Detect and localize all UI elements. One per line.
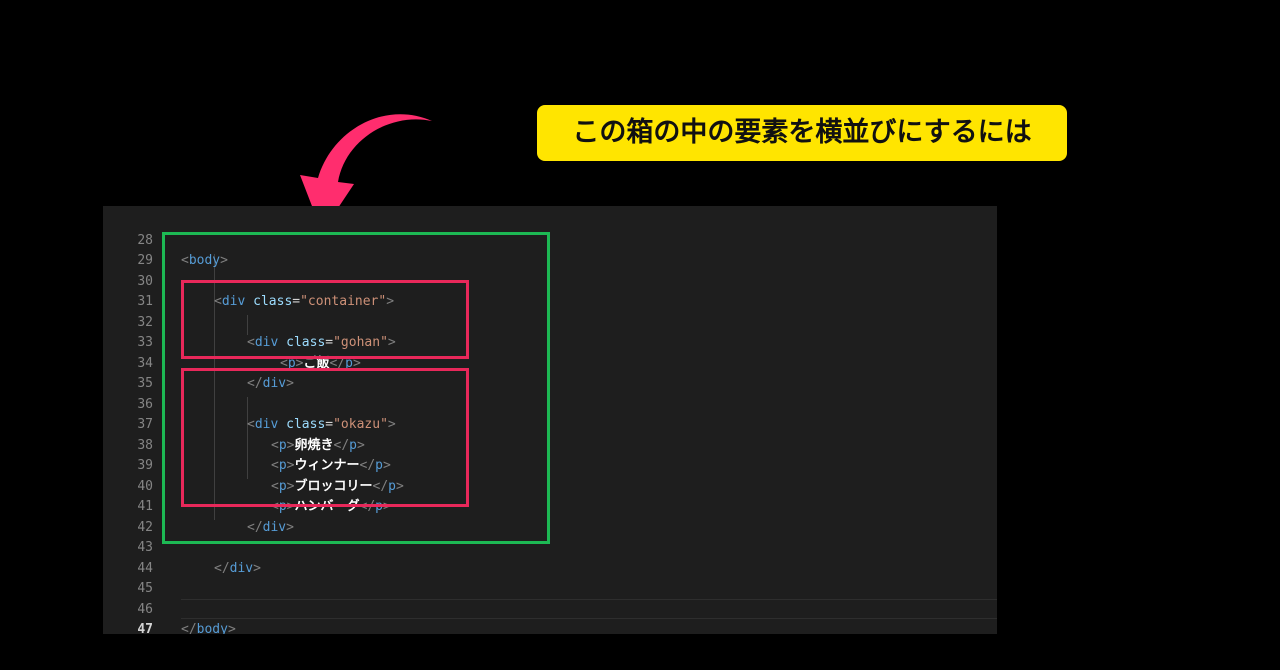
code-line[interactable]: 28 <body> — [103, 210, 997, 269]
code-line[interactable]: 34 </div> — [103, 333, 997, 392]
code-line[interactable]: 30 <div class="container"> — [103, 251, 997, 310]
code-line[interactable]: 39 <p>ブロッコリー</p> — [103, 436, 997, 494]
code-editor[interactable]: 28 <body> 29 30 <div class="container"> … — [103, 206, 997, 634]
code-text: </body> — [181, 622, 236, 634]
line-number-active: 47 — [137, 622, 153, 634]
code-line[interactable]: 37 <p>卵焼き</p> — [103, 395, 997, 453]
code-line[interactable]: 33 <p>ご飯</p> — [103, 313, 997, 371]
code-line[interactable]: 42 — [103, 497, 997, 535]
code-line[interactable]: 43 </div> — [103, 518, 997, 576]
code-line[interactable]: 45 — [103, 559, 997, 596]
code-line[interactable]: 29 — [103, 231, 997, 268]
code-line[interactable]: 35 — [103, 354, 997, 391]
code-line[interactable]: 41 </div> — [103, 477, 997, 535]
code-line[interactable]: 36 <div class="okazu"> — [103, 374, 997, 433]
code-line[interactable]: 32 <div class="gohan"> — [103, 292, 997, 351]
code-line[interactable]: 46 </body> — [103, 579, 997, 635]
code-line[interactable]: 44 — [103, 538, 997, 576]
code-line[interactable]: 40 <p>ハンバーグ</p> — [103, 456, 997, 515]
code-line[interactable]: 31 — [103, 272, 997, 309]
code-line[interactable]: 38 <p>ウィンナー</p> — [103, 415, 997, 474]
callout-banner: この箱の中の要素を横並びにするには — [537, 105, 1067, 161]
code-line[interactable]: 47 </html> — [103, 600, 997, 634]
